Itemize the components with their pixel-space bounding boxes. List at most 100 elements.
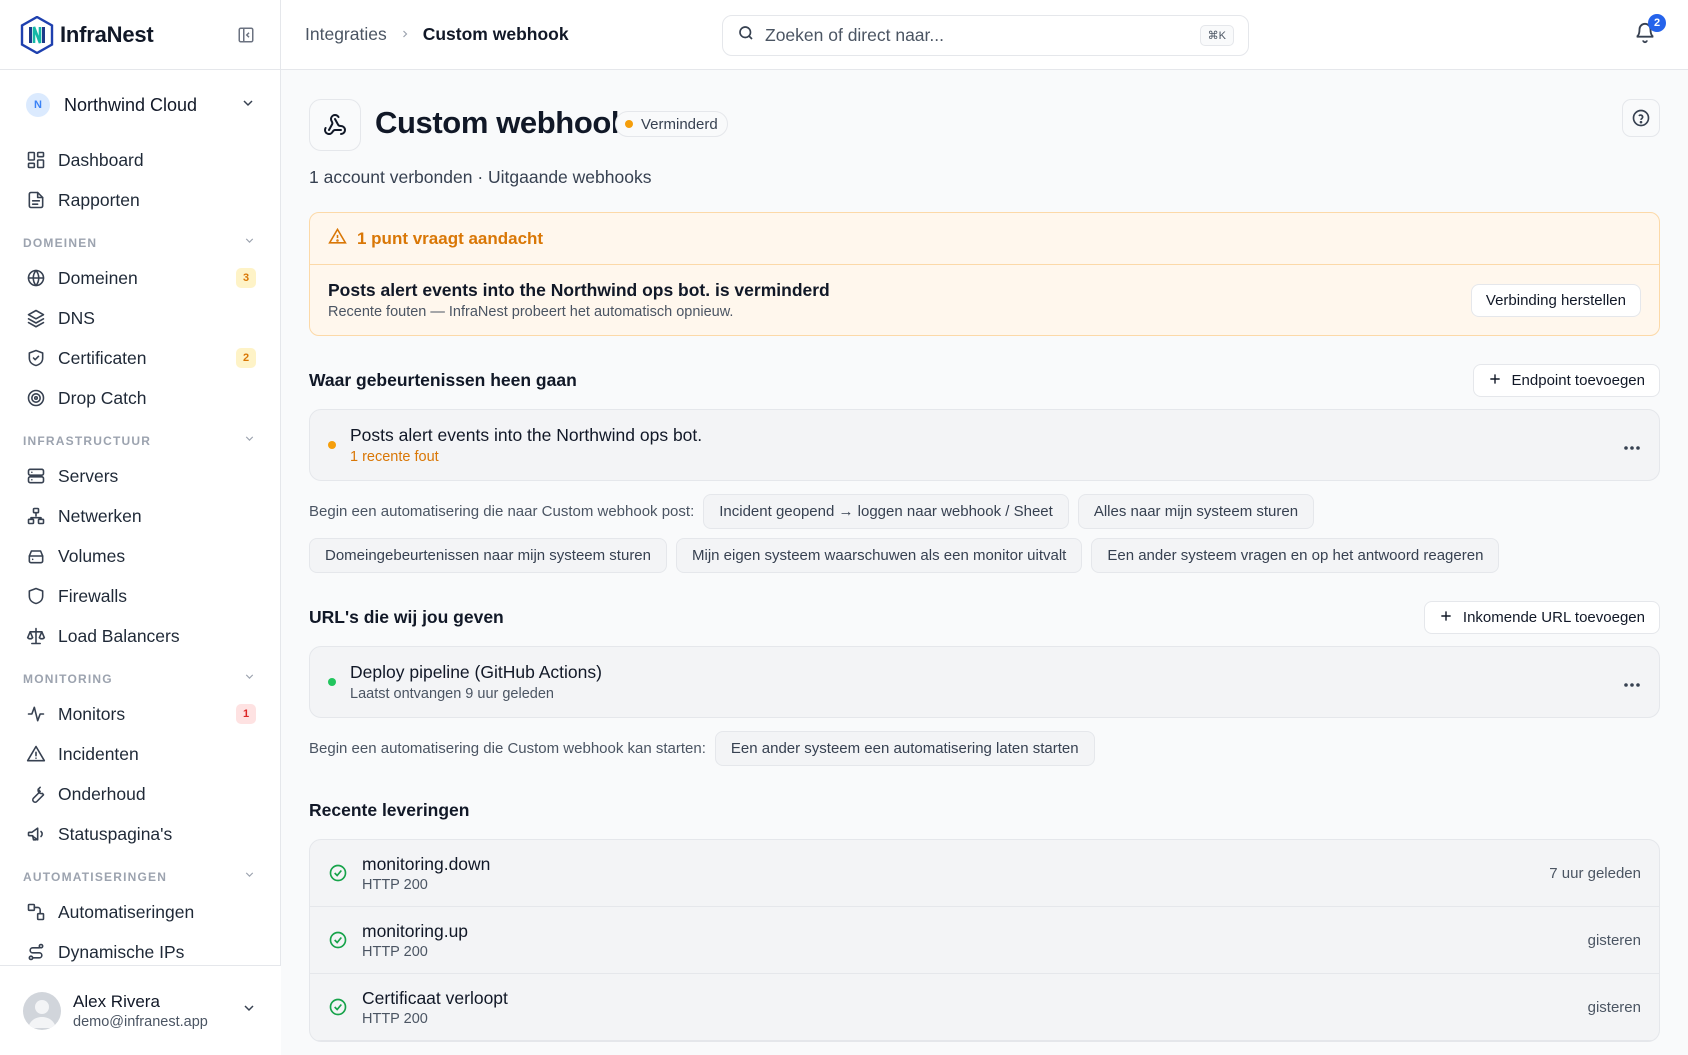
outgoing-endpoint-card[interactable]: Posts alert events into the Northwind op… <box>309 409 1660 481</box>
automation-suggestion-chip[interactable]: Alles naar mijn systeem sturen <box>1077 494 1315 529</box>
sidebar-item-onderhoud[interactable]: Onderhoud <box>0 774 280 814</box>
activity-icon <box>26 704 46 724</box>
sidebar-item-volumes[interactable]: Volumes <box>0 536 280 576</box>
sidebar-item-certificaten[interactable]: Certificaten 2 <box>0 338 280 378</box>
sidebar-item-label: Servers <box>58 465 119 486</box>
attention-alert: 1 punt vraagt aandacht Posts alert event… <box>309 212 1660 336</box>
sidebar-section-title: INFRASTRUCTUUR <box>23 434 152 448</box>
main-content: Custom webhook Verminderd 1 account verb… <box>281 71 1688 1055</box>
incoming-automation-suggestions: Begin een automatisering die Custom webh… <box>309 731 1660 766</box>
url-status-dot <box>328 678 336 686</box>
suggestions-lead: Begin een automatisering die naar Custom… <box>309 503 695 520</box>
delivery-status-code: HTTP 200 <box>362 876 428 893</box>
sidebar-collapse-icon[interactable] <box>232 21 260 49</box>
automation-suggestion-chip[interactable]: Domeingebeurtenissen naar mijn systeem s… <box>309 538 667 573</box>
automation-suggestion-chip[interactable]: Incident geopend → loggen naar webhook /… <box>703 494 1069 529</box>
notifications-bell-icon[interactable]: 2 <box>1634 14 1666 46</box>
user-menu[interactable]: Alex Rivera demo@infranest.app <box>0 965 281 1055</box>
automation-suggestion-chip[interactable]: Een ander systeem vragen en op het antwo… <box>1091 538 1500 573</box>
delivery-status-code: HTTP 200 <box>362 943 428 960</box>
hard-drive-icon <box>26 546 46 566</box>
add-incoming-url-label: Inkomende URL toevoegen <box>1462 609 1645 626</box>
megaphone-icon <box>26 824 46 844</box>
check-circle-icon <box>328 930 348 950</box>
sidebar-section-title: MONITORING <box>23 672 113 686</box>
sidebar-item-dns[interactable]: DNS <box>0 298 280 338</box>
count-badge: 1 <box>236 704 256 724</box>
delivery-row[interactable]: Certificaat verloopt HTTP 200 gisteren <box>310 974 1659 1041</box>
deliveries-section-title: Recente leveringen <box>309 800 470 820</box>
sidebar-item-incidenten[interactable]: Incidenten <box>0 734 280 774</box>
org-switcher[interactable]: N Northwind Cloud <box>0 70 280 140</box>
breadcrumb: Integraties Custom webhook <box>305 24 569 45</box>
delivery-row[interactable]: monitoring.up HTTP 200 gisteren <box>310 907 1659 974</box>
sidebar-item-servers[interactable]: Servers <box>0 456 280 496</box>
delivery-row[interactable]: monitoring.down HTTP 200 7 uur geleden <box>310 840 1659 907</box>
route-icon <box>26 942 46 962</box>
restore-connection-button[interactable]: Verbinding herstellen <box>1470 283 1641 317</box>
sidebar-section-title: DOMEINEN <box>23 236 98 250</box>
add-incoming-url-button[interactable]: Inkomende URL toevoegen <box>1423 601 1660 634</box>
endpoint-status-dot <box>328 441 336 449</box>
automation-suggestion-chip[interactable]: Een ander systeem een automatisering lat… <box>714 731 1095 766</box>
chevron-right-icon <box>399 24 411 45</box>
sidebar-item-label: Netwerken <box>58 505 142 526</box>
sidebar-item-label: DNS <box>58 307 95 328</box>
delivery-time: gisteren <box>1587 931 1641 949</box>
sidebar-item-rapporten[interactable]: Rapporten <box>0 180 280 220</box>
status-badge: Verminderd <box>615 111 728 137</box>
chevron-down-icon <box>243 868 256 884</box>
sidebar-section-title: AUTOMATISERINGEN <box>23 870 168 884</box>
delivery-event: monitoring.up <box>362 920 469 941</box>
sidebar: InfraNest N Northwind Cloud Dashboard Rap… <box>0 0 281 1055</box>
sidebar-section-header[interactable]: AUTOMATISERINGEN <box>0 854 280 892</box>
status-label: Verminderd <box>641 115 718 133</box>
sidebar-section-header[interactable]: DOMEINEN <box>0 220 280 258</box>
endpoint-title: Posts alert events into the Northwind op… <box>350 425 703 445</box>
sidebar-item-label: Load Balancers <box>58 625 180 646</box>
sidebar-item-label: Drop Catch <box>58 387 147 408</box>
delivery-time: gisteren <box>1587 998 1641 1016</box>
sidebar-section-header[interactable]: MONITORING <box>0 656 280 694</box>
help-icon[interactable] <box>1622 99 1660 137</box>
infranest-logo-icon[interactable] <box>20 15 54 54</box>
server-icon <box>26 466 46 486</box>
automation-suggestion-chip[interactable]: Mijn eigen systeem waarschuwen als een m… <box>676 538 1083 573</box>
url-subtitle: Laatst ontvangen 9 uur geleden <box>350 686 554 702</box>
sidebar-item-netwerken[interactable]: Netwerken <box>0 496 280 536</box>
sidebar-item-domeinen[interactable]: Domeinen 3 <box>0 258 280 298</box>
sidebar-item-load-balancers[interactable]: Load Balancers <box>0 616 280 656</box>
add-endpoint-label: Endpoint toevoegen <box>1511 372 1645 389</box>
sidebar-item-label: Monitors <box>58 703 126 724</box>
add-endpoint-button[interactable]: Endpoint toevoegen <box>1472 364 1660 397</box>
delivery-event: monitoring.down <box>362 853 491 874</box>
warning-icon <box>26 744 46 764</box>
sidebar-item-label: Automatiseringen <box>58 901 195 922</box>
sidebar-item-statuspagina-s[interactable]: Statuspagina's <box>0 814 280 854</box>
sidebar-item-label: Dashboard <box>58 149 144 170</box>
chevron-down-icon <box>240 95 256 116</box>
search-placeholder: Zoeken of direct naar... <box>765 25 944 45</box>
incoming-section-title: URL's die wij jou geven <box>309 607 504 627</box>
search-input[interactable]: Zoeken of direct naar... ⌘K <box>722 15 1249 56</box>
sidebar-item-label: Certificaten <box>58 347 147 368</box>
status-dot <box>625 120 633 128</box>
incoming-url-card[interactable]: Deploy pipeline (GitHub Actions) Laatst … <box>309 646 1660 718</box>
breadcrumb-current: Custom webhook <box>422 24 569 44</box>
more-options-icon[interactable] <box>1623 672 1641 693</box>
sidebar-item-dashboard[interactable]: Dashboard <box>0 140 280 180</box>
report-icon <box>26 190 46 210</box>
sidebar-item-drop-catch[interactable]: Drop Catch <box>0 378 280 418</box>
shield-check-icon <box>26 348 46 368</box>
sidebar-section-header[interactable]: INFRASTRUCTUUR <box>0 418 280 456</box>
alert-heading: 1 punt vraagt aandacht <box>357 228 544 248</box>
sidebar-item-monitors[interactable]: Monitors 1 <box>0 694 280 734</box>
sidebar-item-automatiseringen[interactable]: Automatiseringen <box>0 892 280 932</box>
more-options-icon[interactable] <box>1623 435 1641 456</box>
breadcrumb-parent[interactable]: Integraties <box>305 24 387 45</box>
sidebar-item-firewalls[interactable]: Firewalls <box>0 576 280 616</box>
sidebar-item-label: Domeinen <box>58 267 138 288</box>
sidebar-item-label: Dynamische IPs <box>58 941 185 962</box>
chevron-down-icon <box>243 234 256 250</box>
endpoint-subtitle: 1 recente fout <box>350 449 439 465</box>
